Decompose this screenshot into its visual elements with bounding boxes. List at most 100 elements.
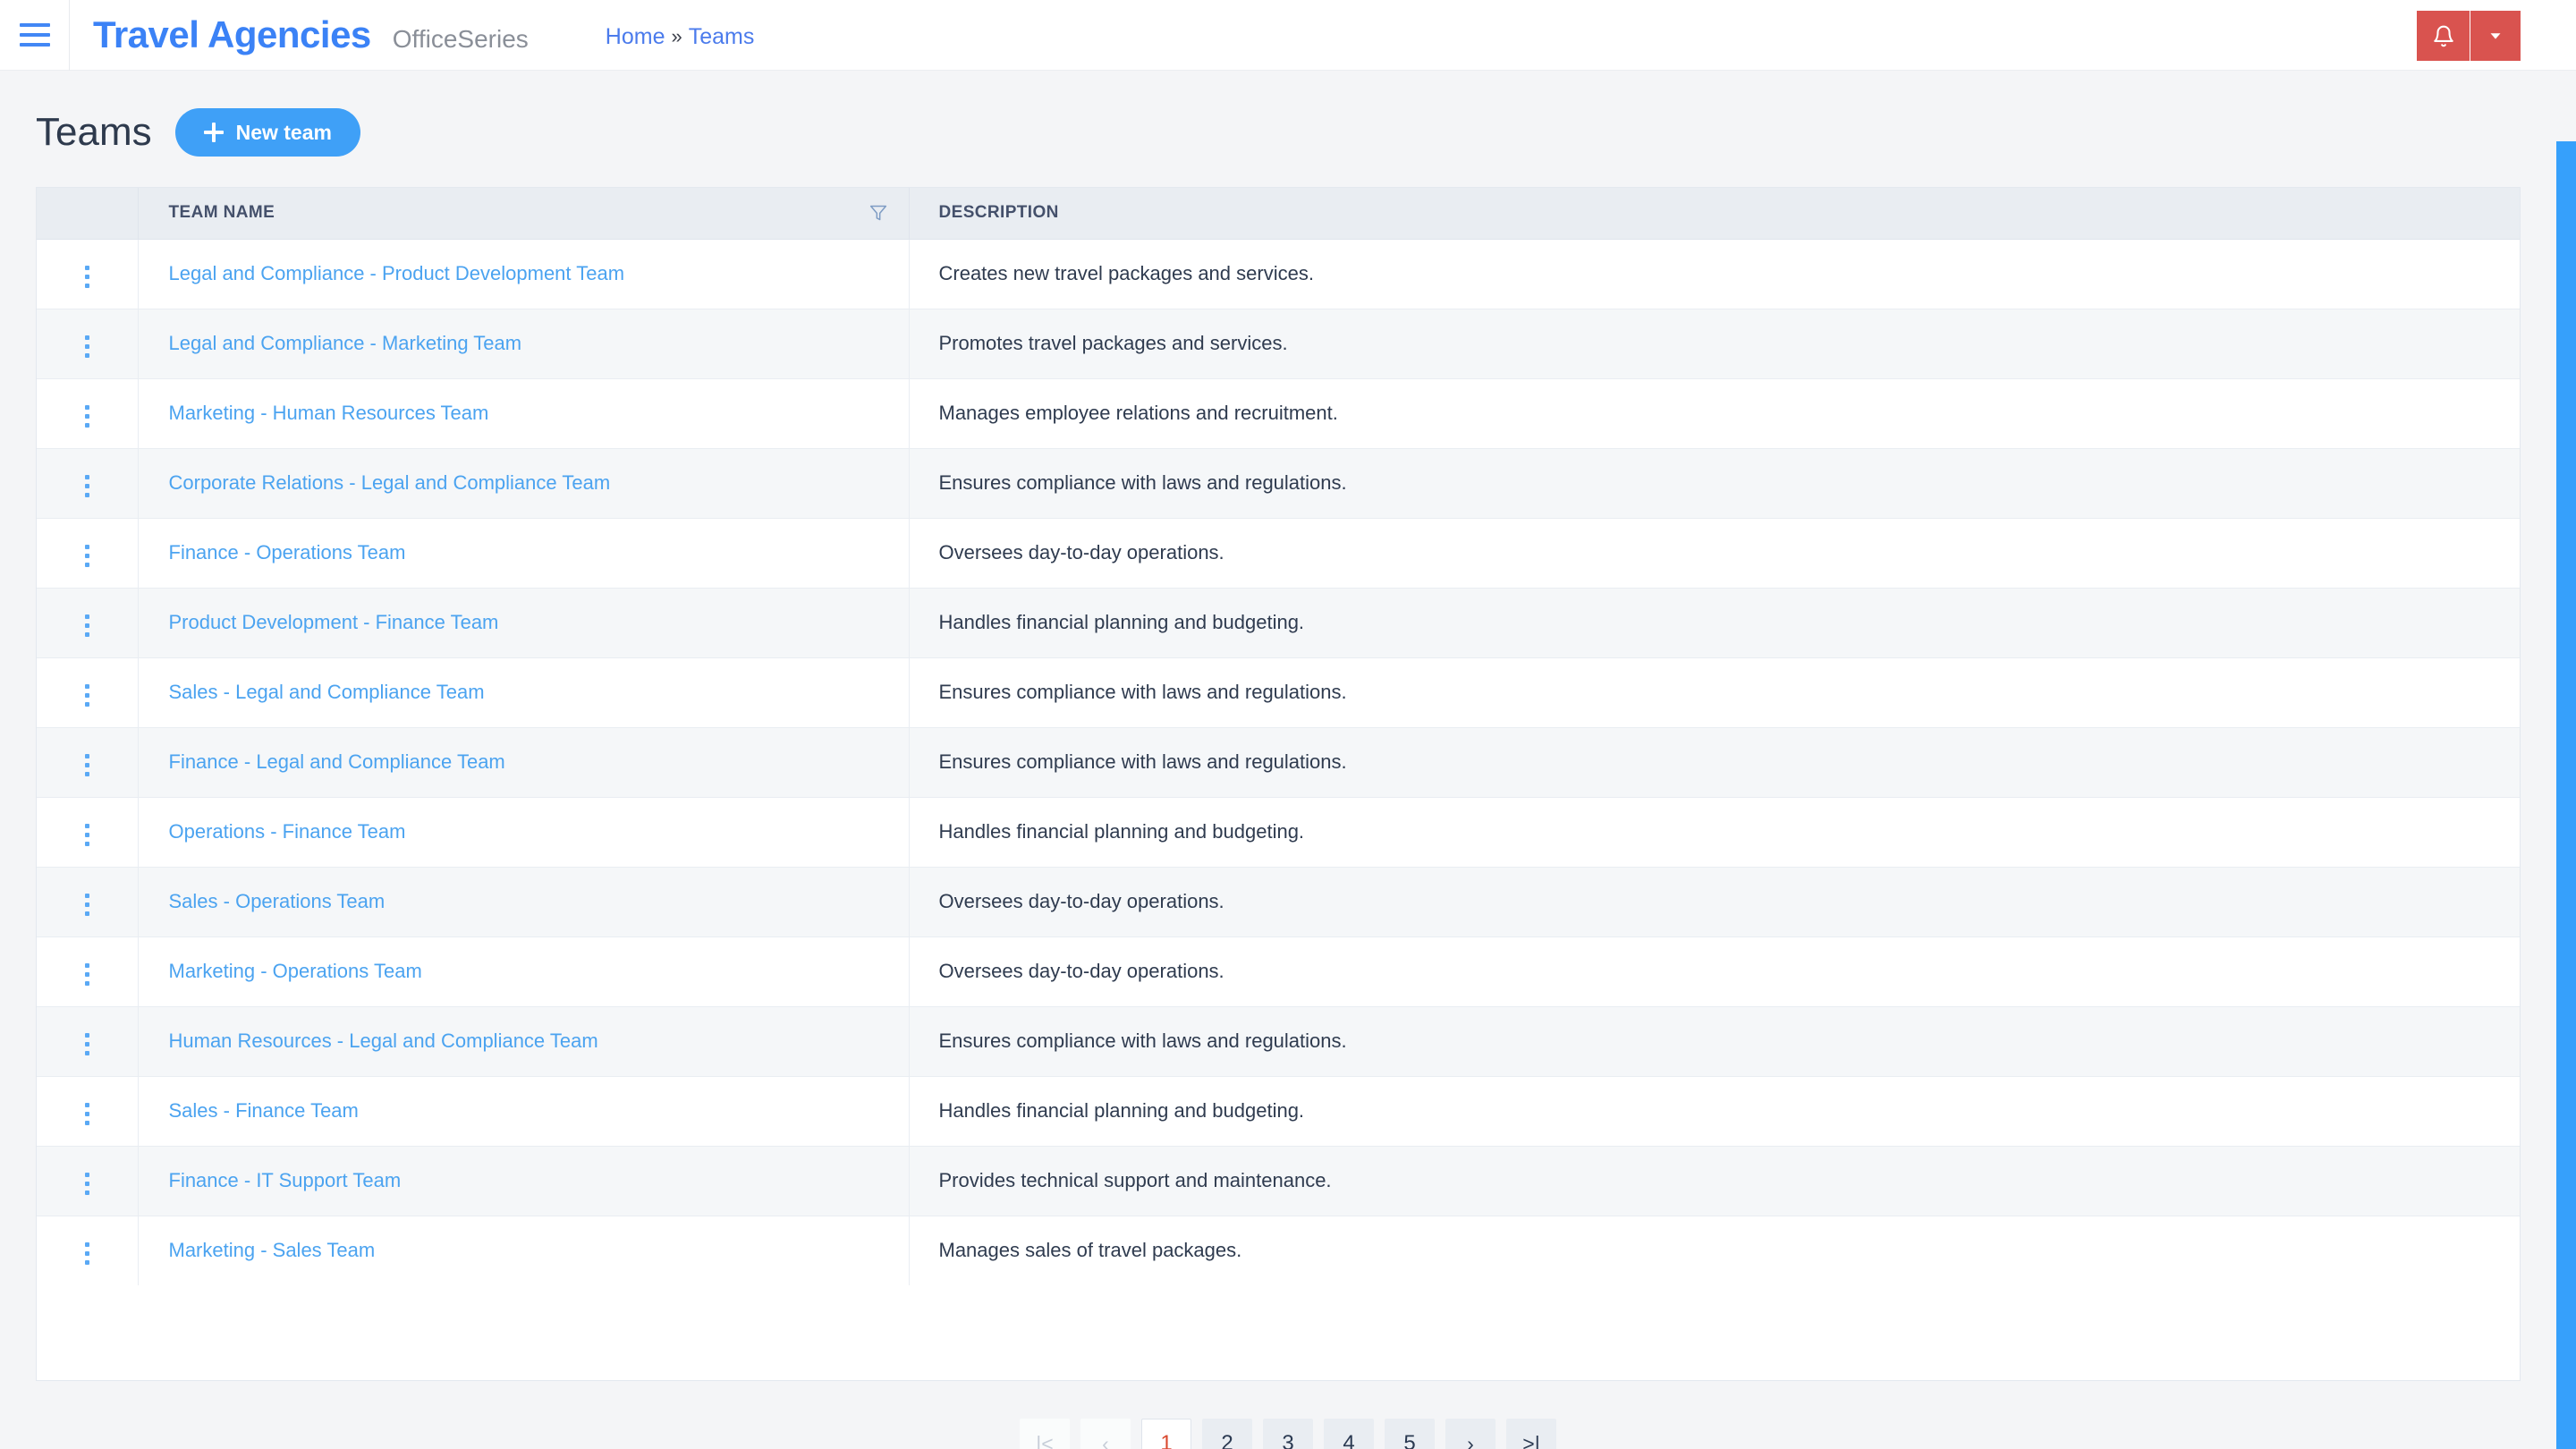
team-name-link[interactable]: Operations - Finance Team <box>169 820 406 843</box>
team-name-link[interactable]: Sales - Finance Team <box>169 1099 359 1122</box>
team-name-link[interactable]: Finance - IT Support Team <box>169 1169 402 1191</box>
page-scrollbar-thumb[interactable] <box>2556 141 2576 1449</box>
teams-table-card: TEAM NAME DESCRIPTION Legal and Complian… <box>36 187 2521 1381</box>
team-description-cell: Provides technical support and maintenan… <box>909 1146 2520 1216</box>
pagination-page-5[interactable]: 5 <box>1385 1419 1435 1449</box>
team-description-cell: Manages employee relations and recruitme… <box>909 378 2520 449</box>
team-name-link[interactable]: Marketing - Operations Team <box>169 960 422 982</box>
kebab-menu-icon[interactable] <box>78 1096 97 1132</box>
chevron-down-icon <box>2490 33 2501 39</box>
kebab-menu-icon[interactable] <box>78 886 97 923</box>
row-actions-cell <box>37 1146 139 1216</box>
team-description-cell: Ensures compliance with laws and regulat… <box>909 657 2520 728</box>
pagination-page-1[interactable]: 1 <box>1141 1419 1191 1449</box>
team-description-cell: Creates new travel packages and services… <box>909 239 2520 309</box>
team-name-cell: Operations - Finance Team <box>138 797 910 868</box>
team-name-link[interactable]: Finance - Legal and Compliance Team <box>169 750 505 773</box>
team-name-link[interactable]: Marketing - Human Resources Team <box>169 402 489 424</box>
menu-toggle-button[interactable] <box>0 0 70 71</box>
kebab-menu-icon[interactable] <box>78 468 97 504</box>
kebab-menu-icon[interactable] <box>78 328 97 365</box>
table-header: TEAM NAME DESCRIPTION <box>37 188 2520 240</box>
team-name-cell: Product Development - Finance Team <box>138 588 910 658</box>
bell-icon <box>2433 25 2453 47</box>
table-row: Corporate Relations - Legal and Complian… <box>37 448 2520 519</box>
breadcrumb-current-link[interactable]: Teams <box>689 24 755 50</box>
pagination-page-4[interactable]: 4 <box>1324 1419 1374 1449</box>
table-row: Finance - Operations Team Oversees day-to… <box>37 518 2520 589</box>
kebab-menu-icon[interactable] <box>78 1026 97 1063</box>
hamburger-icon <box>19 23 50 47</box>
new-team-button[interactable]: New team <box>174 108 360 157</box>
kebab-menu-icon[interactable] <box>78 607 97 644</box>
page-scrollbar-track[interactable] <box>2556 141 2576 1449</box>
team-name-link[interactable]: Corporate Relations - Legal and Complian… <box>169 471 611 494</box>
team-name-link[interactable]: Legal and Compliance - Marketing Team <box>169 332 522 354</box>
brand-title: Travel Agencies <box>93 13 371 55</box>
pagination-page-2[interactable]: 2 <box>1202 1419 1252 1449</box>
kebab-menu-icon[interactable] <box>78 258 97 295</box>
notifications-button[interactable] <box>2417 11 2470 61</box>
kebab-menu-icon[interactable] <box>78 1165 97 1202</box>
team-description-cell: Ensures compliance with laws and regulat… <box>909 1006 2520 1077</box>
team-name-cell: Corporate Relations - Legal and Complian… <box>138 448 910 519</box>
header-team-name[interactable]: TEAM NAME <box>138 188 910 240</box>
account-dropdown-button[interactable] <box>2470 11 2521 61</box>
row-actions-cell <box>37 588 139 658</box>
team-name-cell: Finance - IT Support Team <box>138 1146 910 1216</box>
pagination-page-3[interactable]: 3 <box>1263 1419 1313 1449</box>
table-row: Legal and Compliance - Product Developme… <box>37 239 2520 309</box>
kebab-menu-icon[interactable] <box>78 677 97 714</box>
row-actions-cell <box>37 657 139 728</box>
team-name-link[interactable]: Sales - Operations Team <box>169 890 386 912</box>
breadcrumb-separator: » <box>671 25 682 47</box>
kebab-menu-icon[interactable] <box>78 398 97 435</box>
row-actions-cell <box>37 936 139 1007</box>
row-actions-cell <box>37 309 139 379</box>
row-actions-cell <box>37 727 139 798</box>
team-name-cell: Legal and Compliance - Marketing Team <box>138 309 910 379</box>
page-content: Teams New team TEAM NAME DESCRIPTION Leg… <box>0 71 2576 1449</box>
row-actions-cell <box>37 1076 139 1147</box>
kebab-menu-icon[interactable] <box>78 538 97 574</box>
team-description-cell: Oversees day-to-day operations. <box>909 936 2520 1007</box>
team-name-link[interactable]: Legal and Compliance - Product Developme… <box>169 262 625 284</box>
pagination-last-button[interactable]: >| <box>1506 1419 1556 1449</box>
kebab-menu-icon[interactable] <box>78 1235 97 1272</box>
row-actions-cell <box>37 797 139 868</box>
team-name-cell: Marketing - Operations Team <box>138 936 910 1007</box>
team-name-link[interactable]: Product Development - Finance Team <box>169 611 499 633</box>
table-row: Marketing - Sales Team Manages sales of t… <box>37 1216 2520 1285</box>
team-name-link[interactable]: Sales - Legal and Compliance Team <box>169 681 485 703</box>
table-row: Marketing - Operations Team Oversees day-… <box>37 936 2520 1007</box>
plus-icon <box>203 123 224 142</box>
table-row: Marketing - Human Resources Team Manages … <box>37 378 2520 449</box>
header-team-name-label: TEAM NAME <box>168 203 275 223</box>
page-header: Teams New team <box>36 71 2540 187</box>
brand: Travel Agencies OfficeSeries <box>70 13 529 56</box>
team-name-cell: Legal and Compliance - Product Developme… <box>138 239 910 309</box>
kebab-menu-icon[interactable] <box>78 817 97 853</box>
team-name-link[interactable]: Marketing - Sales Team <box>169 1239 376 1261</box>
pagination-first-button[interactable]: |< <box>1020 1419 1070 1449</box>
breadcrumb-home-link[interactable]: Home <box>606 24 665 50</box>
header-description-label: DESCRIPTION <box>938 203 1059 223</box>
navbar-actions <box>2417 11 2521 61</box>
team-description-cell: Ensures compliance with laws and regulat… <box>909 727 2520 798</box>
pagination-next-button[interactable]: › <box>1445 1419 1496 1449</box>
team-name-cell: Finance - Operations Team <box>138 518 910 589</box>
team-name-link[interactable]: Finance - Operations Team <box>169 541 406 564</box>
row-actions-cell <box>37 378 139 449</box>
team-name-link[interactable]: Human Resources - Legal and Compliance T… <box>169 1030 598 1052</box>
pagination-prev-button[interactable]: ‹ <box>1080 1419 1131 1449</box>
filter-funnel-icon[interactable] <box>869 203 887 223</box>
table-row: Operations - Finance Team Handles financi… <box>37 797 2520 868</box>
table-row: Legal and Compliance - Marketing Team Pro… <box>37 309 2520 379</box>
team-description-cell: Promotes travel packages and services. <box>909 309 2520 379</box>
team-name-cell: Marketing - Sales Team <box>138 1216 910 1285</box>
header-description[interactable]: DESCRIPTION <box>909 188 2520 240</box>
kebab-menu-icon[interactable] <box>78 747 97 784</box>
row-actions-cell <box>37 448 139 519</box>
team-description-cell: Ensures compliance with laws and regulat… <box>909 448 2520 519</box>
kebab-menu-icon[interactable] <box>78 956 97 993</box>
